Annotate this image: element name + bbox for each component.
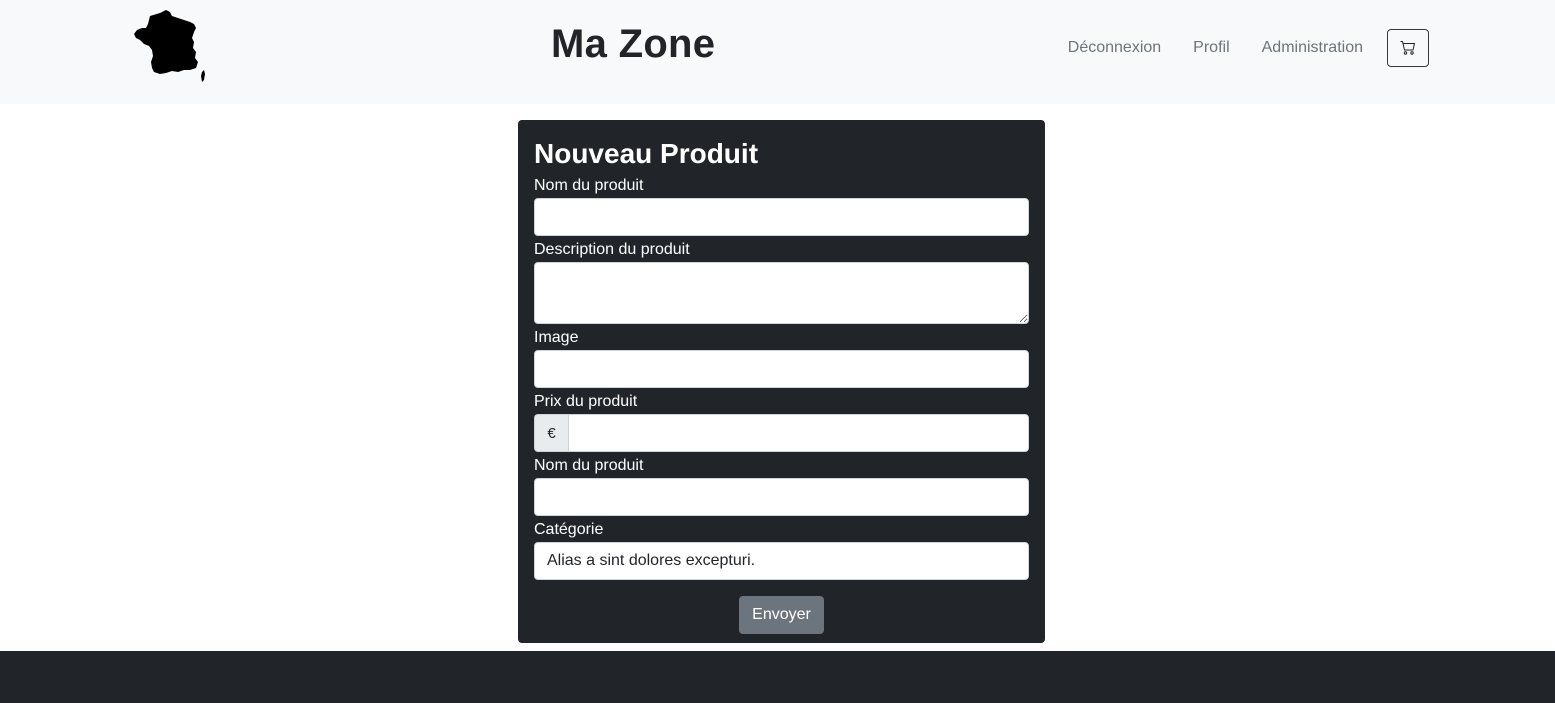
footer: [0, 651, 1555, 703]
product-description-textarea[interactable]: [534, 262, 1029, 324]
form-title: Nouveau Produit: [534, 138, 759, 169]
submit-button[interactable]: Envoyer: [739, 596, 824, 634]
nav-link-logout[interactable]: Déconnexion: [1068, 29, 1161, 67]
product-name-label: Nom du produit: [534, 177, 644, 194]
product-name-label-2: Nom du produit: [534, 457, 644, 474]
product-name-input[interactable]: [534, 198, 1029, 236]
image-input[interactable]: [534, 350, 1029, 388]
product-price-label: Prix du produit: [534, 393, 638, 410]
brand-title[interactable]: Ma Zone: [551, 18, 715, 70]
france-map-icon[interactable]: [132, 10, 206, 82]
product-description-label: Description du produit: [534, 241, 690, 258]
new-product-card: Nouveau Produit Nom du produit Descripti…: [518, 120, 1045, 643]
nav-link-admin[interactable]: Administration: [1262, 29, 1363, 67]
nav-links: Déconnexion Profil Administration: [1068, 29, 1429, 67]
navbar: Ma Zone Déconnexion Profil Administratio…: [0, 0, 1555, 104]
category-label: Catégorie: [534, 521, 604, 538]
image-label: Image: [534, 329, 579, 346]
cart-button[interactable]: [1387, 29, 1429, 67]
cart-icon: [1400, 41, 1416, 55]
euro-prefix: €: [534, 414, 568, 452]
submit-wrap: Envoyer: [534, 596, 1029, 634]
nav-link-profile[interactable]: Profil: [1193, 29, 1229, 67]
category-input[interactable]: [534, 542, 1029, 580]
product-price-input[interactable]: [568, 414, 1029, 452]
product-name-input-2[interactable]: [534, 478, 1029, 516]
price-input-group: €: [534, 414, 1029, 452]
